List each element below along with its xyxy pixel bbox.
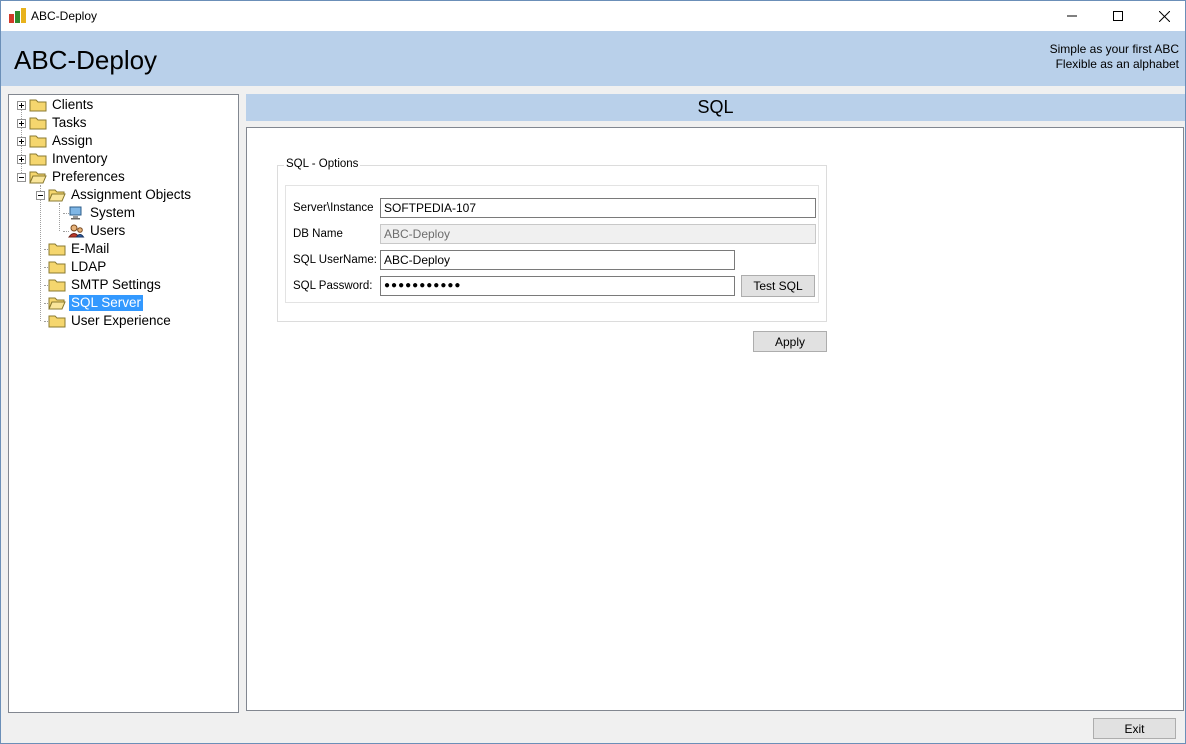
password-label: SQL Password:	[293, 280, 373, 292]
folder-closed-icon	[29, 153, 47, 166]
tree-item-sql-server[interactable]: SQL Server	[48, 294, 144, 312]
banner-title: ABC-Deploy	[14, 45, 158, 75]
banner-tagline: Simple as your first ABC	[1049, 42, 1179, 56]
title-bar[interactable]: ABC-Deploy	[1, 1, 1185, 31]
tree-expand-icon[interactable]	[17, 155, 26, 164]
close-icon	[1158, 10, 1170, 22]
server-instance-input[interactable]: SOFTPEDIA-107	[380, 198, 816, 218]
exit-button[interactable]: Exit	[1093, 718, 1176, 739]
folder-closed-icon	[48, 261, 66, 274]
tree-item-clients[interactable]: Clients	[29, 96, 95, 114]
sql-username-input[interactable]: ABC-Deploy	[380, 250, 735, 270]
tree-expand-icon[interactable]	[17, 137, 26, 146]
section-title: SQL	[697, 97, 734, 117]
maximize-icon	[1113, 11, 1123, 21]
tree-item-assign[interactable]: Assign	[29, 132, 95, 150]
tree-item-system[interactable]: System	[67, 204, 137, 222]
section-header: SQL	[246, 94, 1185, 121]
server-label: Server\Instance	[293, 202, 374, 214]
window-title: ABC-Deploy	[31, 9, 98, 23]
sql-options-inner: Server\Instance SOFTPEDIA-107 DB Name AB…	[285, 185, 819, 303]
computer-icon	[69, 206, 82, 220]
tree-item-smtp-settings[interactable]: SMTP Settings	[48, 276, 163, 294]
tree-item-users[interactable]: Users	[67, 222, 127, 240]
maximize-button[interactable]	[1095, 1, 1141, 31]
tree-expand-icon[interactable]	[17, 119, 26, 128]
tree-item-preferences[interactable]: Preferences	[29, 168, 127, 186]
folder-open-icon	[29, 171, 47, 184]
dbname-label: DB Name	[293, 228, 343, 240]
app-logo-icon	[9, 8, 26, 23]
sql-password-input[interactable]: ●●●●●●●●●●●	[380, 276, 735, 296]
folder-closed-icon	[29, 99, 47, 112]
tree-item-tasks[interactable]: Tasks	[29, 114, 89, 132]
tree-item-assignment-objects[interactable]: Assignment Objects	[48, 186, 193, 204]
navigation-tree[interactable]: Clients Tasks Assign Inventory Preferenc…	[8, 94, 239, 713]
folder-closed-icon	[29, 135, 47, 148]
folder-open-icon	[48, 189, 66, 202]
tree-item-user-experience[interactable]: User Experience	[48, 312, 173, 330]
users-icon	[68, 224, 85, 238]
tree-expand-icon[interactable]	[17, 101, 26, 110]
folder-closed-icon	[48, 279, 66, 292]
test-sql-button[interactable]: Test SQL	[741, 275, 815, 297]
header-banner: ABC-Deploy Simple as your first ABC Flex…	[1, 31, 1185, 86]
sql-options-group: SQL - Options Server\Instance SOFTPEDIA-…	[277, 158, 827, 322]
app-window: ABC-Deploy ABC-Deploy Simple as your fir…	[0, 0, 1186, 744]
folder-closed-icon	[29, 117, 47, 130]
content-panel: SQL - Options Server\Instance SOFTPEDIA-…	[246, 127, 1184, 711]
username-label: SQL UserName:	[293, 254, 377, 266]
tree-item-email[interactable]: E-Mail	[48, 240, 111, 258]
tree-connector	[59, 203, 60, 231]
dbname-input[interactable]: ABC-Deploy	[380, 224, 816, 244]
tree-connector	[40, 185, 41, 321]
folder-closed-icon	[48, 243, 66, 256]
banner-tagline: Flexible as an alphabet	[1055, 57, 1179, 71]
folder-closed-icon	[48, 315, 66, 328]
close-button[interactable]	[1141, 1, 1186, 31]
minimize-icon	[1067, 15, 1077, 17]
folder-open-icon	[48, 297, 66, 310]
tree-collapse-icon[interactable]	[17, 173, 26, 182]
group-label: SQL - Options	[284, 158, 361, 170]
tree-collapse-icon[interactable]	[36, 191, 45, 200]
tree-item-ldap[interactable]: LDAP	[48, 258, 108, 276]
apply-button[interactable]: Apply	[753, 331, 827, 352]
tree-item-inventory[interactable]: Inventory	[29, 150, 110, 168]
minimize-button[interactable]	[1049, 1, 1095, 31]
